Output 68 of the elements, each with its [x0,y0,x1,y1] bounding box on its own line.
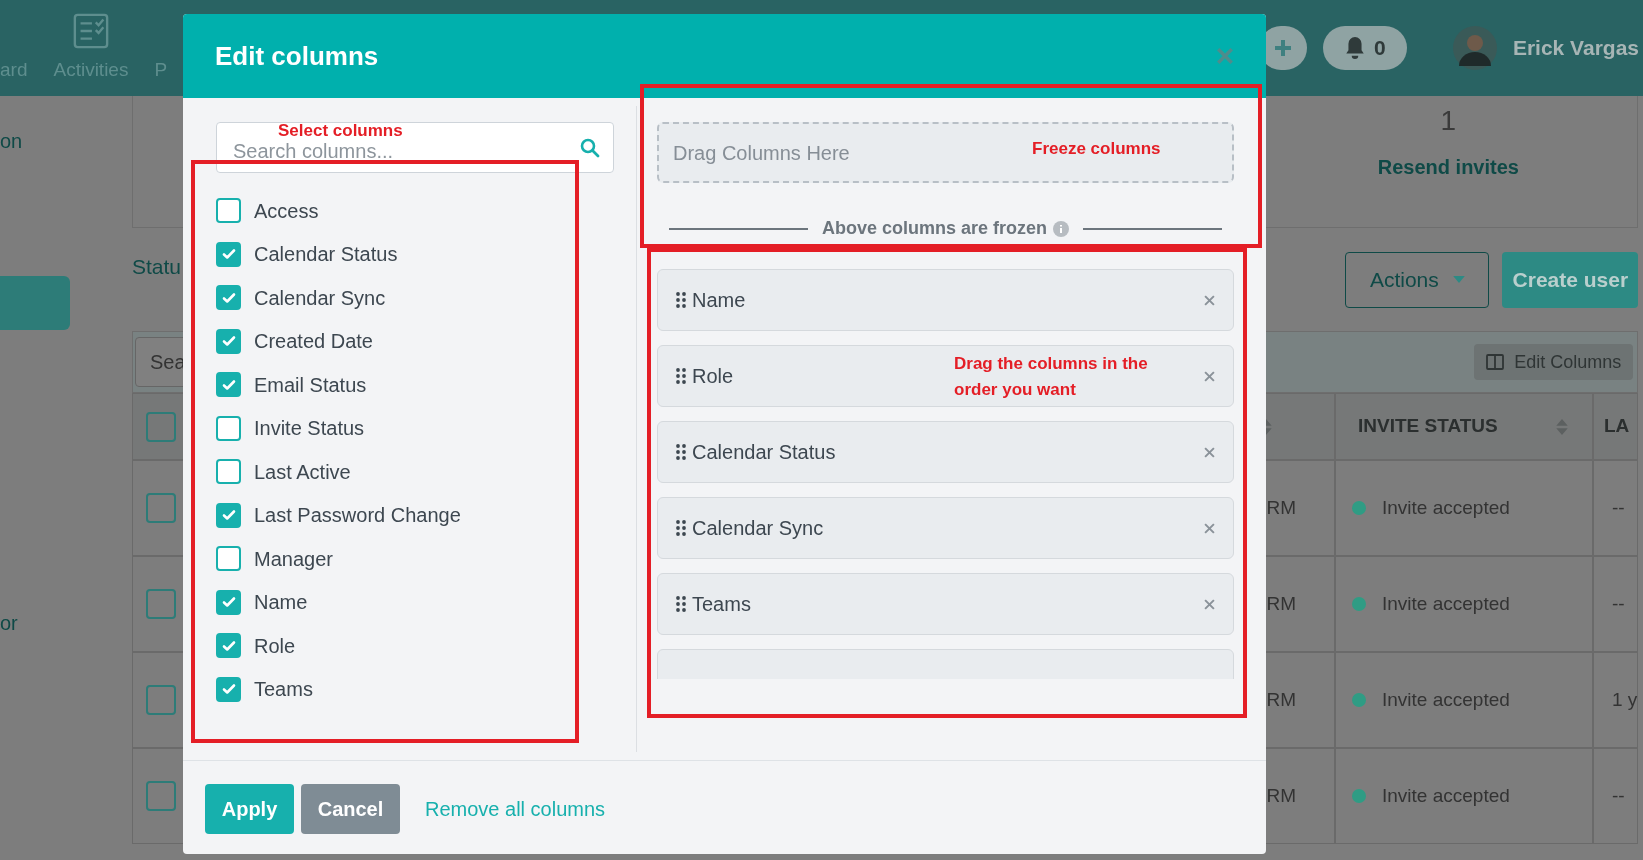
table-cell: -- [1593,460,1639,556]
invite-status: Invite accepted [1382,495,1510,520]
checkbox[interactable] [216,676,241,702]
invite-status: Invite accepted [1382,687,1510,712]
invite-status: Invite accepted [1382,783,1510,808]
column-name: Name [692,288,746,313]
column-option-label[interactable]: Last Password Change [254,500,461,531]
search-icon [580,138,600,158]
column-option-label[interactable]: Access [254,195,319,226]
frozen-note: Above columns are frozen [821,217,1048,240]
remove-icon[interactable] [1204,446,1215,458]
remove-icon[interactable] [1204,598,1215,610]
column-option-label[interactable]: Calendar Sync [254,282,386,313]
checkbox[interactable] [216,241,241,267]
annotation-text: Drag the columns in the order you want [954,353,1149,401]
drag-handle-icon[interactable] [676,292,686,308]
annotation-text: Select columns [278,120,403,142]
checkbox[interactable] [146,589,176,619]
caret-icon [1452,276,1465,283]
column-option-label[interactable]: Created Date [254,326,373,357]
plus-icon [1272,38,1293,58]
columns-icon [1486,354,1505,370]
info-icon[interactable] [1053,220,1070,237]
column-option-label[interactable]: Teams [254,674,313,705]
checkbox[interactable] [146,781,176,811]
column-option-label[interactable]: Calendar Status [254,239,398,270]
column-chip[interactable]: Calendar Sync [657,497,1234,559]
drag-handle-icon[interactable] [676,520,686,536]
avatar-icon [1452,26,1497,70]
table-cell: 1 y [1593,652,1639,748]
drag-handle-icon[interactable] [676,444,686,460]
invite-status: Invite accepted [1382,591,1510,616]
notification-button[interactable]: 0 [1322,26,1407,70]
column-option-label[interactable]: Name [254,587,308,618]
checkbox[interactable] [216,328,241,354]
remove-icon[interactable] [1204,370,1215,382]
checkbox[interactable] [216,459,241,485]
column-chip[interactable]: Calendar Status [657,421,1234,483]
dialog-title: Edit columns [215,39,379,73]
column-option-label[interactable]: Invite Status [254,413,365,444]
remove-icon[interactable] [1204,522,1215,534]
checkbox[interactable] [216,415,241,441]
column-name: Teams [692,592,751,617]
column-name: Calendar Sync [692,516,824,541]
table-cell: -- [1593,556,1639,652]
column-name: Role [692,364,734,389]
checkbox[interactable] [216,198,241,224]
drag-handle-icon[interactable] [676,368,686,384]
checkbox[interactable] [216,372,241,398]
checkbox[interactable] [146,411,176,442]
checkbox[interactable] [216,546,241,572]
section-label: Statu [132,253,182,280]
column-option-label[interactable]: Email Status [254,369,367,400]
summary-value: 1 [1440,104,1457,138]
table-cell: -- [1593,748,1639,844]
checklist-icon [71,11,110,50]
column-chip[interactable]: Name [657,269,1234,331]
drag-handle-icon[interactable] [676,596,686,612]
checkbox[interactable] [146,685,176,715]
checkbox[interactable] [216,285,241,311]
column-chip[interactable]: Teams [657,573,1234,635]
checkbox[interactable] [146,493,176,523]
annotation-text: Freeze columns [1032,138,1161,160]
checkbox[interactable] [216,589,241,615]
checkbox[interactable] [216,633,241,659]
checkbox[interactable] [216,502,241,528]
remove-icon[interactable] [1204,294,1215,306]
close-icon[interactable] [1216,47,1234,65]
